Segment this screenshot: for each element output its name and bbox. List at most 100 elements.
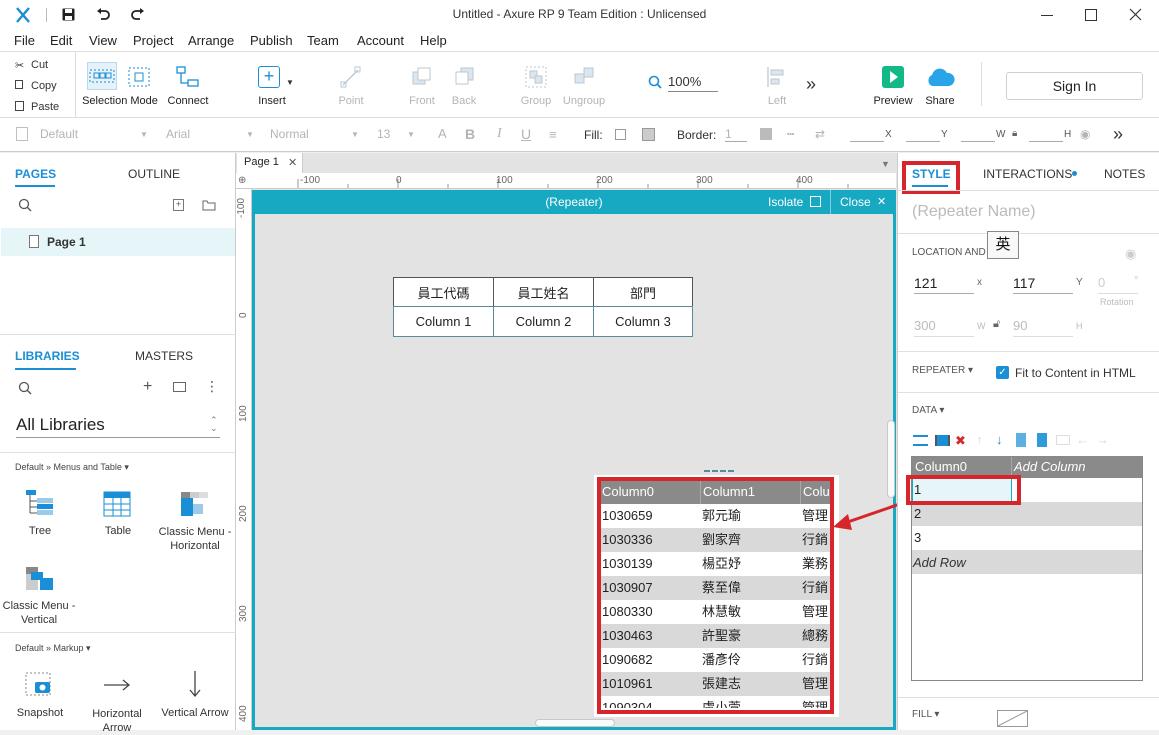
- data-cell[interactable]: 2: [914, 506, 921, 521]
- style-select[interactable]: Default: [40, 127, 78, 141]
- data-section-label[interactable]: DATA ▾: [912, 405, 944, 416]
- menu-arrange[interactable]: Arrange: [188, 33, 234, 48]
- tab-masters[interactable]: MASTERS: [135, 349, 193, 363]
- move-down-icon[interactable]: ↓: [996, 432, 1003, 447]
- font-select[interactable]: Arial: [166, 127, 190, 141]
- font-size-select[interactable]: 13: [377, 127, 390, 141]
- tab-pages[interactable]: PAGES: [15, 167, 56, 181]
- insert-column-icon[interactable]: [935, 435, 950, 446]
- lock-icon[interactable]: 🔓︎: [993, 318, 1000, 331]
- width-input[interactable]: 300: [914, 318, 974, 337]
- insert-row-icon[interactable]: [913, 435, 928, 446]
- more-tools-icon[interactable]: »: [806, 74, 816, 95]
- repeater-name-input[interactable]: (Repeater Name): [912, 203, 1144, 221]
- classic-menu-horizontal-icon[interactable]: [180, 491, 210, 517]
- menu-file[interactable]: File: [14, 33, 35, 48]
- more-format-icon[interactable]: »: [1113, 124, 1123, 145]
- search-icon[interactable]: [18, 198, 32, 212]
- library-more-icon[interactable]: ⋮: [205, 378, 219, 394]
- library-search-icon[interactable]: [18, 381, 32, 395]
- table-cell[interactable]: Column 3: [593, 306, 693, 337]
- library-group-markup[interactable]: Default » Markup ▾: [15, 643, 91, 654]
- move-up-icon[interactable]: ↑: [976, 432, 983, 447]
- selection-mode-icon[interactable]: [87, 62, 117, 90]
- tab-interactions[interactable]: INTERACTIONS: [983, 167, 1072, 181]
- lock-icon[interactable]: 🔒︎: [1012, 128, 1017, 139]
- library-group-menus[interactable]: Default » Menus and Table ▾: [15, 462, 129, 473]
- share-cloud-icon[interactable]: [925, 66, 955, 88]
- sign-in-button[interactable]: Sign In: [1006, 72, 1143, 100]
- close-repeater-icon[interactable]: ✕: [877, 195, 886, 208]
- add-folder-icon[interactable]: [202, 200, 216, 211]
- intersect-mode-icon[interactable]: [127, 66, 151, 88]
- isolate-icon[interactable]: [810, 196, 821, 207]
- tabs-dropdown-icon[interactable]: ▼: [881, 159, 890, 169]
- maximize-icon[interactable]: [1085, 9, 1097, 21]
- insert-icon[interactable]: +: [258, 66, 280, 88]
- cut-button[interactable]: Cut: [31, 59, 48, 71]
- horizontal-scrollbar[interactable]: [535, 719, 615, 727]
- weight-select[interactable]: Normal: [270, 127, 309, 141]
- menu-project[interactable]: Project: [133, 33, 173, 48]
- data-row[interactable]: [912, 526, 1142, 550]
- preview-icon[interactable]: [882, 66, 904, 88]
- table-header-cell[interactable]: 部門: [593, 277, 693, 307]
- menu-publish[interactable]: Publish: [250, 33, 293, 48]
- zoom-select[interactable]: 100%: [668, 74, 718, 92]
- tab-libraries[interactable]: LIBRARIES: [15, 349, 80, 363]
- chevron-down-icon[interactable]: ▼: [286, 78, 294, 87]
- connect-icon[interactable]: [176, 66, 200, 88]
- close-window-icon[interactable]: [1129, 8, 1142, 21]
- x-input[interactable]: 121: [914, 275, 974, 294]
- vertical-arrow-icon[interactable]: [188, 670, 202, 698]
- isolate-button[interactable]: Isolate: [768, 195, 803, 209]
- add-library-icon[interactable]: +: [143, 378, 152, 396]
- fill-shadow-icon[interactable]: [642, 128, 655, 141]
- add-column-button[interactable]: Add Column: [1014, 459, 1086, 474]
- data-cell[interactable]: 3: [914, 530, 921, 545]
- move-left-icon[interactable]: ←: [1076, 432, 1089, 447]
- fill-color-swatch[interactable]: [615, 129, 626, 140]
- fill-swatch[interactable]: [997, 710, 1028, 727]
- minimize-icon[interactable]: [1041, 15, 1053, 16]
- close-tab-icon[interactable]: ✕: [288, 158, 297, 169]
- data-row[interactable]: [912, 502, 1142, 526]
- delete-icon[interactable]: ✖: [955, 433, 966, 449]
- tree-widget-icon[interactable]: [25, 489, 55, 517]
- tab-notes[interactable]: NOTES: [1104, 167, 1145, 181]
- horizontal-arrow-icon[interactable]: [103, 678, 131, 692]
- table-widget-icon[interactable]: [103, 491, 131, 517]
- add-page-icon[interactable]: +: [173, 199, 184, 211]
- border-width-input[interactable]: 1: [725, 127, 747, 142]
- table-header-cell[interactable]: 員工代碼: [393, 277, 494, 307]
- add-column-left-icon[interactable]: [1016, 433, 1026, 447]
- close-repeater-button[interactable]: Close: [840, 195, 871, 209]
- vertical-scrollbar[interactable]: [887, 420, 895, 498]
- menu-view[interactable]: View: [89, 33, 117, 48]
- data-header-column0[interactable]: Column0: [915, 459, 967, 474]
- menu-edit[interactable]: Edit: [50, 33, 72, 48]
- library-select[interactable]: All Libraries: [16, 415, 220, 438]
- page-1-item[interactable]: Page 1: [47, 235, 86, 249]
- height-input[interactable]: 90: [1013, 318, 1073, 337]
- paste-button[interactable]: Paste: [31, 101, 59, 113]
- classic-menu-vertical-icon[interactable]: [25, 566, 55, 592]
- menu-account[interactable]: Account: [357, 33, 404, 48]
- library-folder-icon[interactable]: [173, 382, 186, 392]
- tab-outline[interactable]: OUTLINE: [128, 167, 180, 181]
- table-header-cell[interactable]: 員工姓名: [493, 277, 594, 307]
- repeater-section-label[interactable]: REPEATER ▾: [912, 365, 973, 376]
- rotation-input[interactable]: 0: [1098, 275, 1138, 294]
- menu-help[interactable]: Help: [420, 33, 447, 48]
- visibility-eye-icon[interactable]: ◉: [1125, 246, 1136, 262]
- add-row-button[interactable]: Add Row: [913, 555, 966, 570]
- fill-section-label[interactable]: FILL ▾: [912, 709, 939, 720]
- y-input[interactable]: 117: [1013, 275, 1073, 294]
- add-column-right-icon[interactable]: [1037, 433, 1047, 447]
- fit-content-checkbox[interactable]: ✓: [996, 366, 1009, 379]
- table-cell[interactable]: Column 1: [393, 306, 494, 337]
- delete-column-icon[interactable]: [1056, 435, 1070, 445]
- move-right-icon[interactable]: →: [1096, 432, 1109, 447]
- table-cell[interactable]: Column 2: [493, 306, 594, 337]
- snapshot-widget-icon[interactable]: [25, 672, 53, 698]
